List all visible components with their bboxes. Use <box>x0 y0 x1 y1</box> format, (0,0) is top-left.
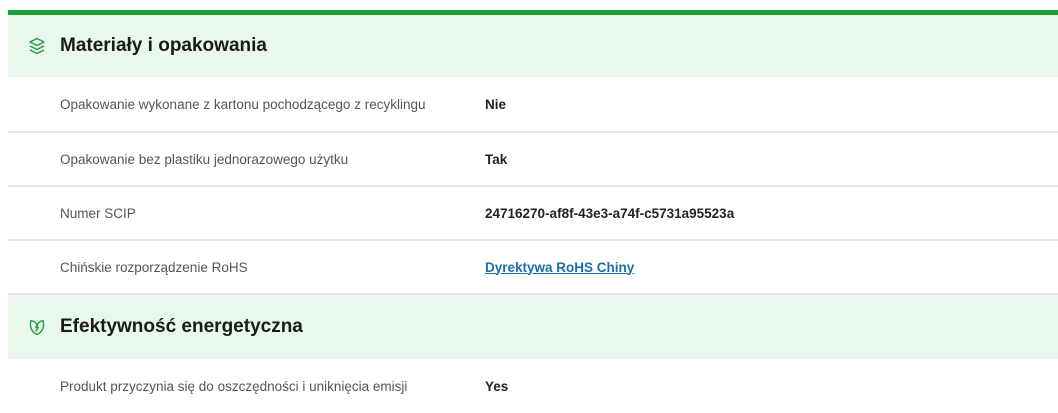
table-row: Numer SCIP 24716270-af8f-43e3-a74f-c5731… <box>8 187 1058 241</box>
rohs-china-link[interactable]: Dyrektywa RoHS Chiny <box>485 260 634 275</box>
layers-icon <box>26 35 48 57</box>
section-title-materials: Materiały i opakowania <box>60 35 267 56</box>
row-label: Numer SCIP <box>60 205 136 221</box>
row-value: Yes <box>485 378 509 394</box>
table-row: Opakowanie bez plastiku jednorazowego uż… <box>8 133 1058 187</box>
row-value-link-wrapper: Dyrektywa RoHS Chiny <box>485 260 634 275</box>
row-value: Tak <box>485 151 508 167</box>
row-value: Nie <box>485 96 507 112</box>
section-header-materials: Materiały i opakowania <box>8 15 1058 77</box>
section-header-energy: Efektywność energetyczna <box>8 295 1058 359</box>
row-label: Produkt przyczynia się do oszczędności i… <box>60 378 408 394</box>
section-title-energy: Efektywność energetyczna <box>60 316 303 337</box>
row-label: Chińskie rozporządzenie RoHS <box>60 259 248 275</box>
sustainability-panel: Materiały i opakowania Opakowanie wykona… <box>8 15 1058 413</box>
scip-number-value: 24716270-af8f-43e3-a74f-c5731a95523a <box>485 205 735 221</box>
table-row: Chińskie rozporządzenie RoHS Dyrektywa R… <box>8 241 1058 295</box>
energy-leaf-icon <box>26 316 48 338</box>
table-row: Produkt przyczynia się do oszczędności i… <box>8 359 1058 413</box>
row-label: Opakowanie bez plastiku jednorazowego uż… <box>60 151 349 167</box>
table-row: Opakowanie wykonane z kartonu pochodzące… <box>8 77 1058 133</box>
row-label: Opakowanie wykonane z kartonu pochodzące… <box>60 96 426 112</box>
